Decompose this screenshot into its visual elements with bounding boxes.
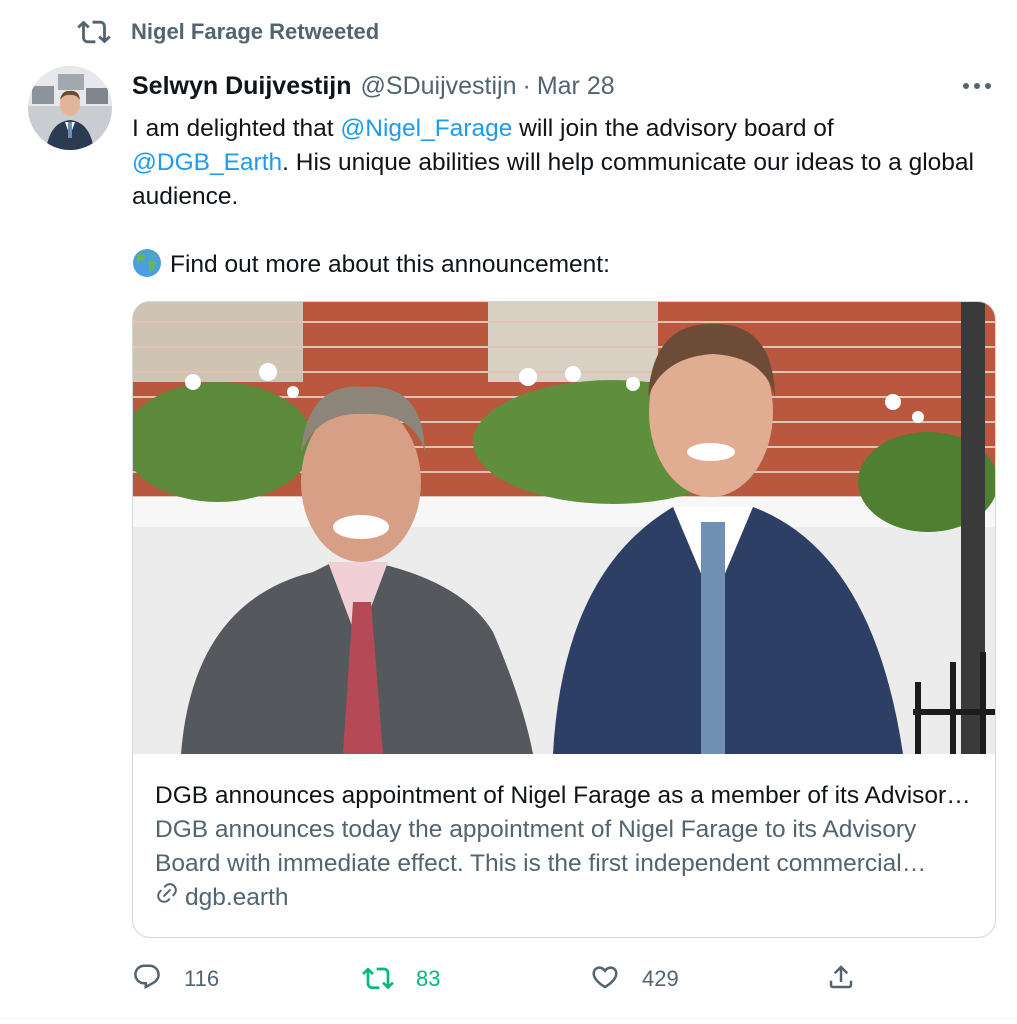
- retweet-banner-text: Nigel Farage Retweeted: [131, 19, 380, 44]
- like-button[interactable]: 429: [590, 960, 679, 998]
- link-icon: [155, 881, 185, 915]
- tweet-header: Selwyn Duijvestijn @SDuijvestijn · Mar 2…: [132, 68, 997, 104]
- tweet-paragraph-2: Find out more about this announcement:: [132, 248, 992, 288]
- globe-emoji-icon: [132, 248, 162, 288]
- link-card[interactable]: DGB announces appointment of Nigel Farag…: [132, 301, 996, 938]
- retweet-count: 83: [416, 966, 441, 991]
- reply-count: 116: [184, 966, 220, 991]
- tweet-text: I am delighted that @Nigel_Farage will j…: [132, 112, 992, 288]
- retweet-action-icon: [362, 962, 394, 997]
- action-bar: 116 83 429: [132, 960, 872, 998]
- avatar[interactable]: [28, 66, 112, 150]
- reply-icon: [132, 962, 162, 997]
- share-button[interactable]: [826, 960, 856, 998]
- card-domain-text: dgb.earth: [185, 884, 289, 911]
- tweet-text-part2: will join the advisory board of: [512, 115, 834, 142]
- separator-dot: ·: [522, 71, 531, 100]
- author-handle[interactable]: @SDuijvestijn: [361, 72, 517, 101]
- retweet-button[interactable]: 83: [362, 960, 440, 998]
- share-icon: [826, 962, 856, 997]
- card-description: DGB announces today the appointment of N…: [155, 816, 917, 877]
- divider: [0, 1018, 1017, 1019]
- heart-icon: [590, 962, 620, 997]
- mention-nigel-farage[interactable]: @Nigel_Farage: [340, 115, 512, 142]
- tweet-text-part1: I am delighted that: [132, 115, 341, 142]
- like-count: 429: [642, 966, 679, 991]
- card-domain: dgb.earth: [155, 881, 973, 915]
- retweet-banner[interactable]: Nigel Farage Retweeted: [77, 14, 379, 50]
- mention-dgb-earth[interactable]: @DGB_Earth: [132, 149, 282, 176]
- card-body: DGB announces appointment of Nigel Farag…: [155, 779, 973, 915]
- tweet-paragraph: I am delighted that @Nigel_Farage will j…: [132, 112, 992, 214]
- tweet-date[interactable]: Mar 28: [537, 72, 615, 101]
- author-name[interactable]: Selwyn Duijvestijn: [132, 72, 352, 101]
- reply-button[interactable]: 116: [132, 960, 219, 998]
- card-title: DGB announces appointment of Nigel Farag…: [155, 782, 973, 809]
- tweet-text-line2: Find out more about this announcement:: [170, 251, 610, 278]
- card-image: [133, 302, 995, 754]
- more-options-icon[interactable]: [957, 74, 997, 98]
- retweet-icon: [77, 14, 113, 50]
